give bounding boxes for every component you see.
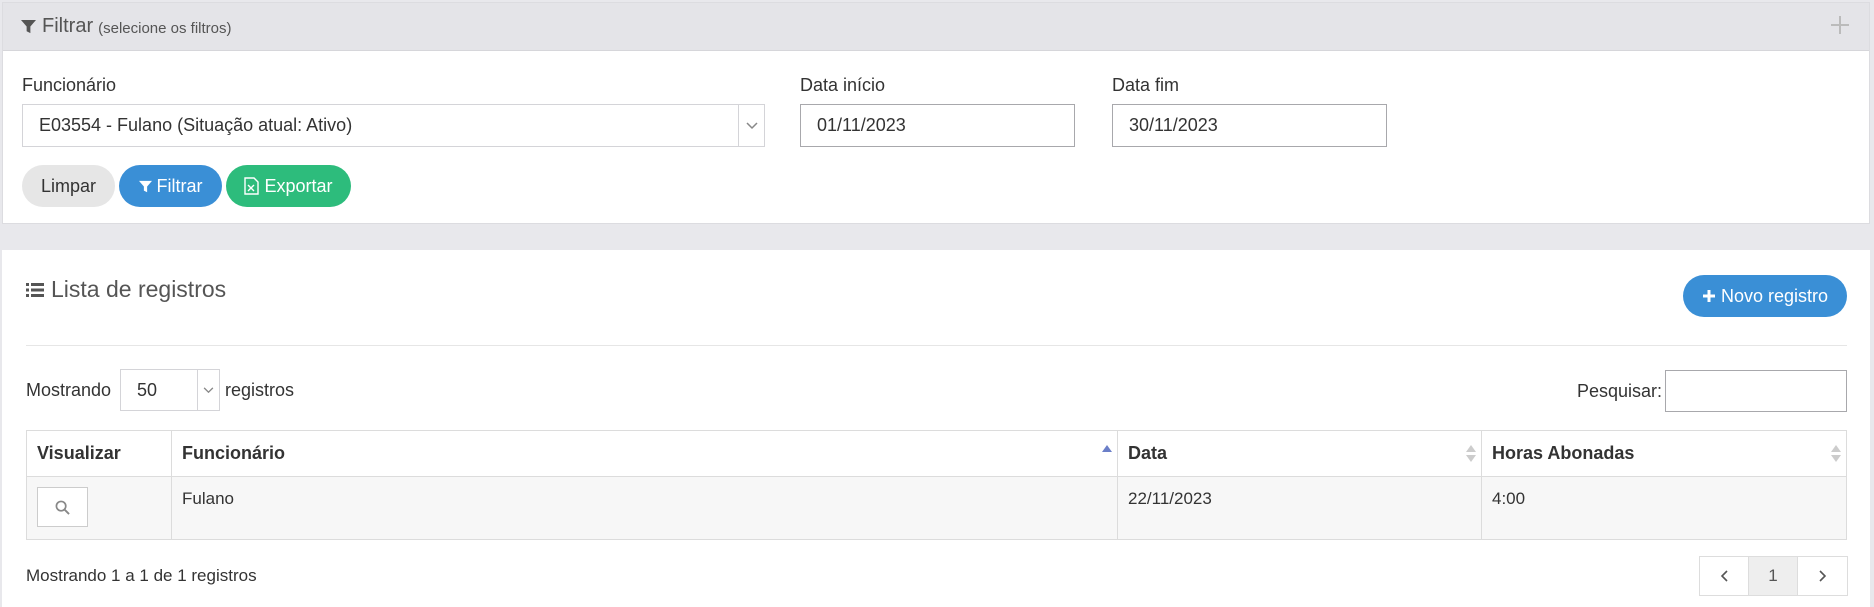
expand-plus-icon[interactable] [1831,16,1849,34]
filter-icon [138,180,152,192]
show-suffix: registros [225,380,295,400]
prev-page-button[interactable] [1700,557,1749,595]
cell-hours: 4:00 [1481,476,1847,540]
filter-header[interactable]: Filtrar (selecione os filtros) [3,3,1869,51]
show-prefix: Mostrando [26,380,112,400]
list-icon [26,282,44,297]
end-date-label: Data fim [1112,75,1180,95]
page-length-select[interactable]: 50 [120,369,220,411]
table-row: Fulano 22/11/2023 4:00 [26,476,1847,540]
view-button[interactable] [37,487,88,527]
filter-icon [21,19,36,34]
filter-panel: Filtrar (selecione os filtros) Funcionár… [2,2,1870,224]
pagination: 1 [1699,556,1848,596]
table-info: Mostrando 1 a 1 de 1 registros [26,566,257,585]
list-title-text: Lista de registros [51,276,227,302]
plus-icon [1702,290,1715,302]
next-page-button[interactable] [1798,557,1847,595]
chevron-down-icon[interactable] [197,370,219,410]
filter-button[interactable]: Filtrar [119,165,222,207]
cell-view [26,476,172,540]
filter-title-text: Filtrar [42,15,94,37]
clear-button-label: Limpar [40,175,97,196]
column-header-label: Funcionário [182,443,285,463]
search-icon [55,500,70,515]
column-header-label: Data [1128,443,1168,463]
chevron-left-icon [1720,570,1728,582]
filter-subtitle: (selecione os filtros) [98,19,232,37]
new-record-button[interactable]: Novo registro [1683,275,1847,317]
records-table: Visualizar Funcionário Data Horas Abonad… [26,430,1847,540]
cell-date: 22/11/2023 [1117,476,1482,540]
employee-label: Funcionário [22,75,117,95]
export-button-label: Exportar [264,175,333,196]
column-header-view: Visualizar [26,430,172,477]
clear-button[interactable]: Limpar [22,165,115,207]
page-length-value: 50 [137,379,158,400]
list-panel: Lista de registros Novo registro Mostran… [2,250,1870,607]
sort-asc-icon[interactable] [1102,445,1112,463]
excel-file-icon [244,177,260,195]
new-record-label: Novo registro [1720,285,1829,306]
export-button[interactable]: Exportar [226,165,351,207]
column-header-label: Visualizar [37,443,121,463]
filter-button-label: Filtrar [156,175,203,196]
search-input[interactable] [1665,370,1847,412]
divider [26,345,1847,346]
search-label: Pesquisar: [1577,381,1663,401]
start-date-label: Data início [800,75,886,95]
column-header-date[interactable]: Data [1117,430,1482,477]
page-number-button[interactable]: 1 [1749,557,1798,595]
sort-icon[interactable] [1466,445,1476,463]
start-date-input[interactable] [800,104,1075,147]
chevron-down-icon[interactable] [738,105,764,146]
cell-employee: Fulano [171,476,1118,540]
filter-title: Filtrar (selecione os filtros) [21,15,232,38]
list-title: Lista de registros [26,276,226,303]
employee-select-value: E03554 - Fulano (Situação atual: Ativo) [39,115,353,135]
column-header-hours[interactable]: Horas Abonadas [1481,430,1847,477]
column-header-employee[interactable]: Funcionário [171,430,1118,477]
sort-icon[interactable] [1831,445,1841,463]
employee-select[interactable]: E03554 - Fulano (Situação atual: Ativo) [22,104,765,147]
end-date-input[interactable] [1112,104,1387,147]
chevron-right-icon [1818,570,1826,582]
column-header-label: Horas Abonadas [1492,443,1635,463]
